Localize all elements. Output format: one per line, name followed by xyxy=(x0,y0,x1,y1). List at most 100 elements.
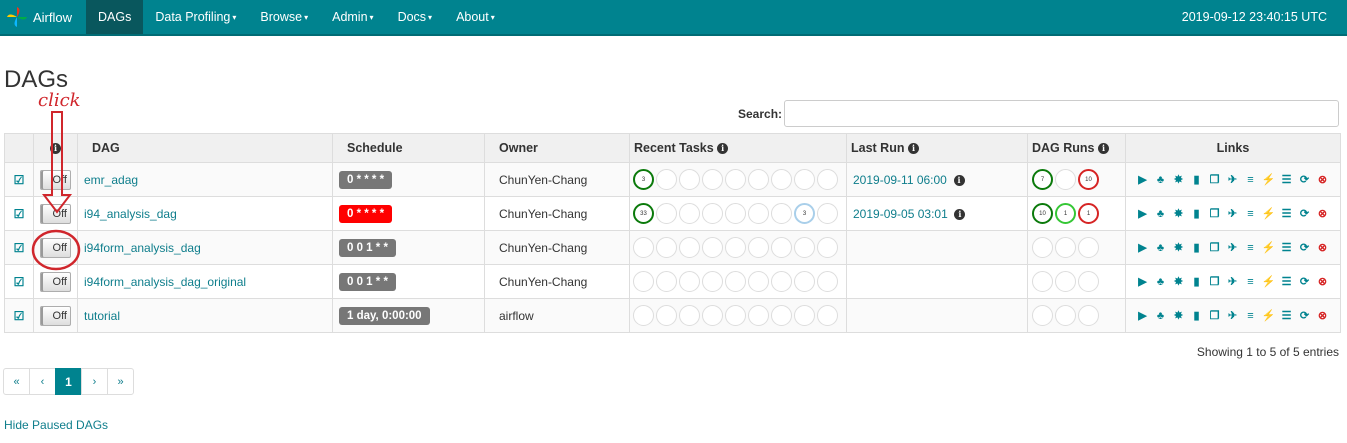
task-state-circle[interactable]: 3 xyxy=(633,169,654,190)
dag-pause-toggle[interactable]: Off xyxy=(40,203,71,224)
run-state-circle[interactable] xyxy=(1032,305,1053,326)
task-state-circle[interactable] xyxy=(817,203,838,224)
graph-view-icon[interactable]: ✸ xyxy=(1172,309,1185,322)
task-duration-icon[interactable]: ▮ xyxy=(1190,173,1203,186)
code-view-icon[interactable]: ⚡ xyxy=(1262,309,1276,322)
task-state-circle[interactable]: 3 xyxy=(794,203,815,224)
page-1-button[interactable]: 1 xyxy=(55,368,82,395)
task-state-circle[interactable] xyxy=(771,305,792,326)
run-state-circle[interactable]: 1 xyxy=(1078,203,1099,224)
task-state-circle[interactable] xyxy=(748,305,769,326)
task-state-circle[interactable] xyxy=(633,237,654,258)
tree-view-icon[interactable]: ♣ xyxy=(1154,309,1167,322)
dag-pause-toggle[interactable]: Off xyxy=(40,169,71,190)
last-page-button[interactable]: » xyxy=(107,368,134,395)
first-page-button[interactable]: « xyxy=(3,368,30,395)
logs-icon[interactable]: ☰ xyxy=(1280,207,1293,220)
landing-times-icon[interactable]: ✈ xyxy=(1226,275,1239,288)
task-state-circle[interactable] xyxy=(817,237,838,258)
task-tries-icon[interactable]: ❐ xyxy=(1208,207,1221,220)
hide-paused-dags-link[interactable]: Hide Paused DAGs xyxy=(4,418,108,432)
run-state-circle[interactable]: 7 xyxy=(1032,169,1053,190)
last-run-link[interactable]: 2019-09-05 03:01 xyxy=(853,207,948,221)
logs-icon[interactable]: ☰ xyxy=(1280,241,1293,254)
delete-dag-icon[interactable]: ⊗ xyxy=(1316,275,1329,288)
trigger-dag-icon[interactable]: ▶ xyxy=(1136,173,1149,186)
run-state-circle[interactable] xyxy=(1055,169,1076,190)
prev-page-button[interactable]: ‹ xyxy=(29,368,56,395)
task-tries-icon[interactable]: ❐ xyxy=(1208,241,1221,254)
task-state-circle[interactable] xyxy=(817,305,838,326)
task-state-circle[interactable] xyxy=(794,169,815,190)
task-state-circle[interactable] xyxy=(794,271,815,292)
task-state-circle[interactable] xyxy=(771,237,792,258)
run-state-circle[interactable] xyxy=(1055,271,1076,292)
landing-times-icon[interactable]: ✈ xyxy=(1226,241,1239,254)
task-duration-icon[interactable]: ▮ xyxy=(1190,207,1203,220)
nav-about[interactable]: About ▾ xyxy=(444,0,507,34)
run-state-circle[interactable]: 1 xyxy=(1055,203,1076,224)
task-state-circle[interactable] xyxy=(679,169,700,190)
run-state-circle[interactable] xyxy=(1078,271,1099,292)
dag-name-link[interactable]: i94_analysis_dag xyxy=(84,207,177,221)
next-page-button[interactable]: › xyxy=(81,368,108,395)
graph-view-icon[interactable]: ✸ xyxy=(1172,173,1185,186)
task-state-circle[interactable] xyxy=(656,169,677,190)
run-state-circle[interactable] xyxy=(1032,237,1053,258)
task-state-circle[interactable] xyxy=(725,237,746,258)
task-state-circle[interactable] xyxy=(633,271,654,292)
task-state-circle[interactable] xyxy=(771,203,792,224)
task-duration-icon[interactable]: ▮ xyxy=(1190,275,1203,288)
delete-dag-icon[interactable]: ⊗ xyxy=(1316,173,1329,186)
gantt-icon[interactable]: ≡ xyxy=(1244,309,1257,322)
search-input[interactable] xyxy=(784,100,1339,127)
delete-dag-icon[interactable]: ⊗ xyxy=(1316,241,1329,254)
dag-pause-toggle[interactable]: Off xyxy=(40,305,71,326)
task-tries-icon[interactable]: ❐ xyxy=(1208,173,1221,186)
landing-times-icon[interactable]: ✈ xyxy=(1226,173,1239,186)
trigger-dag-icon[interactable]: ▶ xyxy=(1136,241,1149,254)
task-state-circle[interactable] xyxy=(702,169,723,190)
task-tries-icon[interactable]: ❐ xyxy=(1208,309,1221,322)
tree-view-icon[interactable]: ♣ xyxy=(1154,241,1167,254)
task-state-circle[interactable] xyxy=(748,271,769,292)
gantt-icon[interactable]: ≡ xyxy=(1244,173,1257,186)
refresh-icon[interactable]: ⟳ xyxy=(1298,173,1311,186)
run-state-circle[interactable]: 10 xyxy=(1078,169,1099,190)
brand[interactable]: Airflow xyxy=(0,0,86,34)
gantt-icon[interactable]: ≡ xyxy=(1244,275,1257,288)
logs-icon[interactable]: ☰ xyxy=(1280,309,1293,322)
task-state-circle[interactable] xyxy=(656,203,677,224)
edit-icon[interactable]: ☑ xyxy=(14,207,25,221)
tree-view-icon[interactable]: ♣ xyxy=(1154,275,1167,288)
refresh-icon[interactable]: ⟳ xyxy=(1298,241,1311,254)
code-view-icon[interactable]: ⚡ xyxy=(1262,173,1276,186)
code-view-icon[interactable]: ⚡ xyxy=(1262,207,1276,220)
task-state-circle[interactable] xyxy=(702,271,723,292)
header-owner[interactable]: Owner xyxy=(484,133,630,163)
dag-pause-toggle[interactable]: Off xyxy=(40,237,71,258)
code-view-icon[interactable]: ⚡ xyxy=(1262,275,1276,288)
task-state-circle[interactable] xyxy=(817,271,838,292)
task-state-circle[interactable] xyxy=(725,271,746,292)
refresh-icon[interactable]: ⟳ xyxy=(1298,309,1311,322)
task-state-circle[interactable] xyxy=(656,271,677,292)
task-state-circle[interactable] xyxy=(702,203,723,224)
dag-name-link[interactable]: emr_adag xyxy=(84,173,138,187)
graph-view-icon[interactable]: ✸ xyxy=(1172,241,1185,254)
task-state-circle[interactable] xyxy=(679,271,700,292)
landing-times-icon[interactable]: ✈ xyxy=(1226,309,1239,322)
info-icon[interactable]: i xyxy=(954,208,966,220)
gantt-icon[interactable]: ≡ xyxy=(1244,241,1257,254)
edit-icon[interactable]: ☑ xyxy=(14,173,25,187)
task-state-circle[interactable] xyxy=(702,305,723,326)
nav-browse[interactable]: Browse ▾ xyxy=(248,0,320,34)
edit-icon[interactable]: ☑ xyxy=(14,241,25,255)
run-state-circle[interactable]: 10 xyxy=(1032,203,1053,224)
trigger-dag-icon[interactable]: ▶ xyxy=(1136,275,1149,288)
refresh-icon[interactable]: ⟳ xyxy=(1298,275,1311,288)
task-state-circle[interactable] xyxy=(656,305,677,326)
dag-pause-toggle[interactable]: Off xyxy=(40,271,71,292)
delete-dag-icon[interactable]: ⊗ xyxy=(1316,207,1329,220)
task-state-circle[interactable] xyxy=(748,169,769,190)
